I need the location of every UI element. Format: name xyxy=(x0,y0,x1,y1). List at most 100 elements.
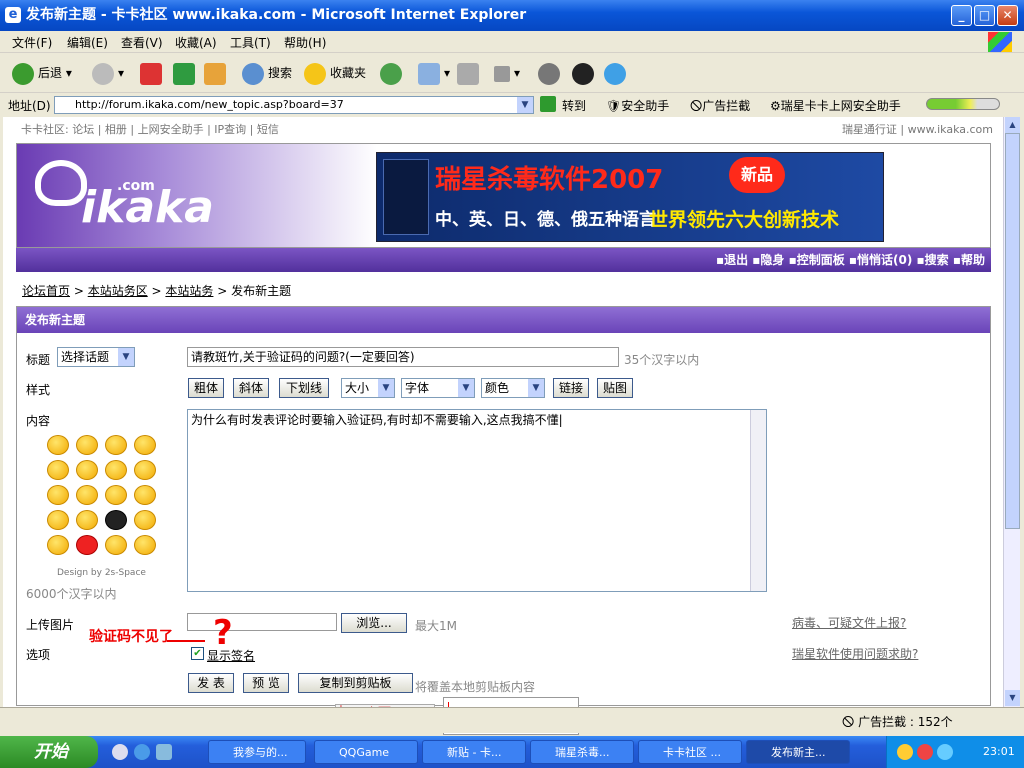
task-my-posts[interactable]: 我参与的... xyxy=(208,740,306,764)
link-adblock[interactable]: 🛇广告拦截 xyxy=(690,97,750,118)
top-links[interactable]: 卡卡社区: 论坛 | 相册 | 上网安全助手 | IP查询 | 短信 xyxy=(21,121,279,137)
menu-help[interactable]: 帮助(H) xyxy=(284,34,326,51)
copy-button[interactable]: 复制到剪贴板 xyxy=(298,673,413,693)
emoticon-icon[interactable] xyxy=(105,510,127,530)
font-select[interactable]: 字体 xyxy=(401,378,475,398)
refresh-button[interactable] xyxy=(173,62,199,85)
menu-tools[interactable]: 工具(T) xyxy=(230,34,271,51)
emoticon-icon[interactable] xyxy=(47,510,69,530)
back-button[interactable]: 后退 ▾ xyxy=(12,62,72,85)
task-new-post[interactable]: 新贴 - 卡... xyxy=(422,740,526,764)
italic-button[interactable]: 斜体 xyxy=(233,378,269,398)
top-links-right[interactable]: 瑞星通行证 | www.ikaka.com xyxy=(842,121,993,137)
forward-button[interactable]: ▾ xyxy=(92,62,124,85)
menu-view[interactable]: 查看(V) xyxy=(121,34,163,51)
ikaka-logo[interactable]: .com ikaka xyxy=(17,144,377,247)
task-new-topic[interactable]: 发布新主... xyxy=(746,740,850,764)
crumb-area[interactable]: 本站站务区 xyxy=(88,284,148,298)
link-rising-helper[interactable]: ⚙瑞星卡卡上网安全助手 xyxy=(770,97,901,114)
help-link[interactable]: 瑞星软件使用问题求助? xyxy=(792,645,918,662)
crumb-board[interactable]: 本站站务 xyxy=(165,284,213,298)
tray-network-icon[interactable] xyxy=(937,744,953,760)
task-kaka[interactable]: 卡卡社区 ... xyxy=(638,740,742,764)
ie-quicklaunch-icon[interactable] xyxy=(134,744,150,760)
emoticon-icon[interactable] xyxy=(134,435,156,455)
address-input[interactable]: http://forum.ikaka.com/new_topic.asp?boa… xyxy=(54,96,534,114)
emoticon-icon[interactable] xyxy=(105,460,127,480)
emoticon-icon[interactable] xyxy=(134,460,156,480)
go-arrow-icon[interactable] xyxy=(540,96,556,112)
title-input[interactable]: 请教斑竹,关于验证码的问题?(一定要回答) xyxy=(187,347,619,367)
scroll-down-icon[interactable]: ▼ xyxy=(1005,690,1020,706)
signature-checkbox[interactable]: ✔ xyxy=(191,647,204,660)
color-select[interactable]: 颜色 xyxy=(481,378,545,398)
scroll-thumb[interactable] xyxy=(1005,133,1020,529)
emoticon-icon[interactable] xyxy=(105,485,127,505)
print-button[interactable] xyxy=(457,62,483,85)
tray-qq-icon[interactable] xyxy=(897,744,913,760)
preview-button[interactable]: 预 览 xyxy=(243,673,289,693)
browse-button[interactable]: 浏览... xyxy=(341,613,407,633)
report-virus-link[interactable]: 病毒、可疑文件上报? xyxy=(792,614,906,631)
crumb-home[interactable]: 论坛首页 xyxy=(22,284,70,298)
history-button[interactable] xyxy=(380,62,406,85)
ad-banner[interactable]: 瑞星杀毒软件2007 新品 中、英、日、德、俄五种语言 世界领先六大创新技术 xyxy=(376,152,884,242)
emoticon-icon[interactable] xyxy=(76,460,98,480)
task-qqgame[interactable]: QQGame xyxy=(314,740,418,764)
signature-label[interactable]: 显示签名 xyxy=(207,647,255,664)
search-button[interactable]: 搜索 xyxy=(242,62,292,85)
emoticon-icon[interactable] xyxy=(76,510,98,530)
image-button[interactable]: 贴图 xyxy=(597,378,633,398)
annotation-text: 验证码不见了 xyxy=(89,629,173,645)
scroll-up-icon[interactable]: ▲ xyxy=(1005,117,1020,133)
bold-button[interactable]: 粗体 xyxy=(188,378,224,398)
quicklaunch-icon[interactable] xyxy=(156,744,172,760)
emoticon-icon[interactable] xyxy=(47,535,69,555)
textarea-scrollbar[interactable] xyxy=(750,410,766,591)
home-button[interactable] xyxy=(204,62,230,85)
chevron-down-icon[interactable]: ▼ xyxy=(517,97,533,113)
menu-favorites[interactable]: 收藏(A) xyxy=(175,34,217,51)
emoticon-icon[interactable] xyxy=(47,435,69,455)
edit-button[interactable]: ▾ xyxy=(494,62,520,84)
user-nav[interactable]: ▪退出 ▪隐身 ▪控制面板 ▪悄悄话(0) ▪搜索 ▪帮助 xyxy=(16,248,991,272)
size-select[interactable]: 大小 xyxy=(341,378,395,398)
messenger-button[interactable] xyxy=(604,62,630,85)
page-scrollbar[interactable]: ▲ ▼ xyxy=(1003,117,1020,707)
go-button[interactable]: 转到 xyxy=(562,97,586,114)
emoticon-icon[interactable] xyxy=(105,435,127,455)
link-button[interactable]: 链接 xyxy=(553,378,589,398)
emoticon-icon[interactable] xyxy=(47,460,69,480)
menu-edit[interactable]: 编辑(E) xyxy=(67,34,108,51)
tray-rising-icon[interactable] xyxy=(917,744,933,760)
minimize-button[interactable]: _ xyxy=(951,5,972,26)
emoticon-icon[interactable] xyxy=(134,535,156,555)
kaka-button[interactable] xyxy=(538,62,564,85)
close-button[interactable]: ✕ xyxy=(997,5,1018,26)
favorites-button[interactable]: 收藏夹 xyxy=(304,62,366,85)
window-title: 发布新主题 - 卡卡社区 www.ikaka.com - Microsoft I… xyxy=(26,7,527,23)
emoticon-icon[interactable] xyxy=(105,535,127,555)
qq-button[interactable] xyxy=(572,62,598,85)
show-desktop-icon[interactable] xyxy=(112,744,128,760)
maximize-button[interactable]: □ xyxy=(974,5,995,26)
mail-button[interactable]: ▾ xyxy=(418,62,450,85)
emoticon-icon[interactable] xyxy=(134,485,156,505)
adblock-status[interactable]: 🛇 广告拦截 : 152个 xyxy=(842,713,953,734)
menu-file[interactable]: 文件(F) xyxy=(12,34,52,51)
emoticon-icon[interactable] xyxy=(76,485,98,505)
content-textarea[interactable]: 为什么有时发表评论时要输入验证码,有时却不需要输入,这点我搞不懂| xyxy=(187,409,767,592)
emoticon-icon[interactable] xyxy=(47,485,69,505)
start-button[interactable]: 开始 xyxy=(0,736,98,768)
underline-button[interactable]: 下划线 xyxy=(279,378,329,398)
emoticon-icon[interactable] xyxy=(76,535,98,555)
stop-button[interactable] xyxy=(140,62,166,85)
topic-select[interactable]: 选择话题 xyxy=(57,347,135,367)
link-security-helper[interactable]: 🛡安全助手 xyxy=(606,97,669,114)
emoticon-icon[interactable] xyxy=(76,435,98,455)
product-box-image xyxy=(383,159,429,235)
upload-path-input[interactable] xyxy=(187,613,337,631)
submit-button[interactable]: 发 表 xyxy=(188,673,234,693)
emoticon-icon[interactable] xyxy=(134,510,156,530)
task-rising[interactable]: 瑞星杀毒... xyxy=(530,740,634,764)
